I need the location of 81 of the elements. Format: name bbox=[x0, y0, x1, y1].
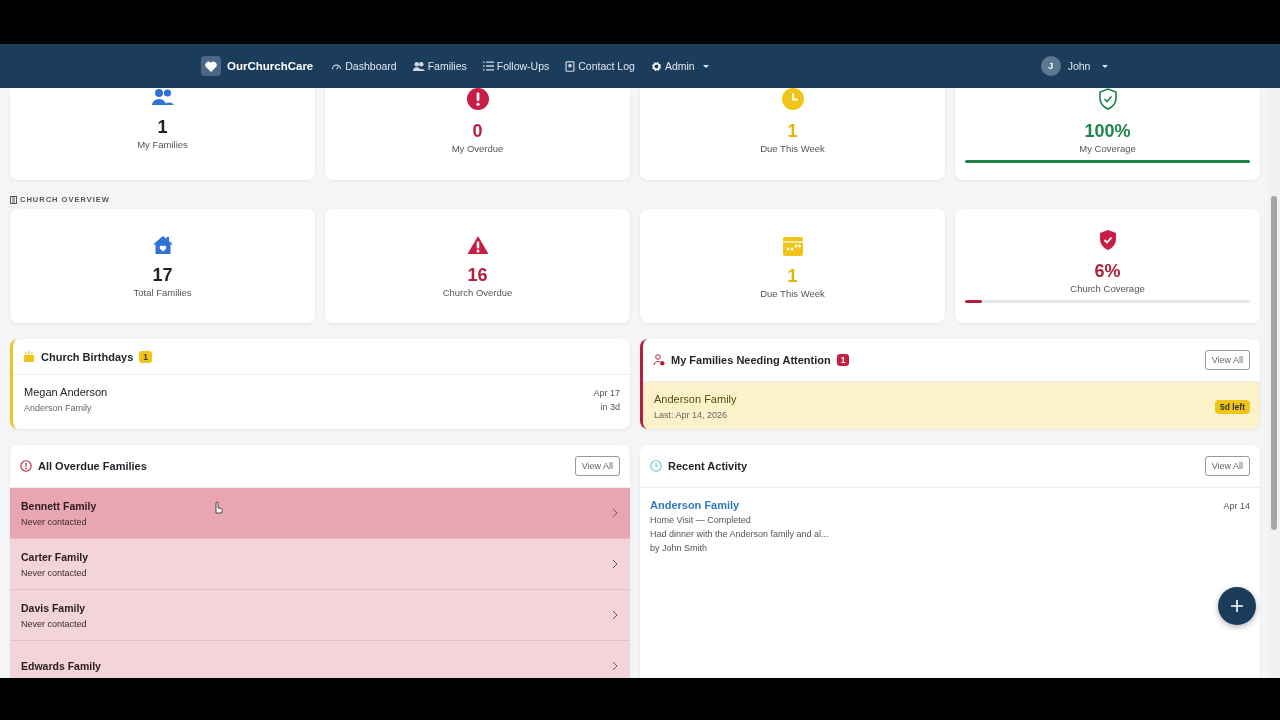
chevron-right-icon bbox=[612, 559, 618, 569]
stat-label: My Coverage bbox=[1079, 143, 1136, 154]
panel-title: My Families Needing Attention bbox=[671, 354, 831, 366]
overdue-family-row[interactable]: Edwards Family bbox=[10, 641, 630, 678]
stat-label: Due This Week bbox=[760, 287, 825, 299]
last-contact: Last: Apr 14, 2026 bbox=[654, 410, 729, 420]
cake-icon bbox=[23, 351, 35, 362]
contact-status: Never contacted bbox=[21, 618, 87, 629]
panel-title: Recent Activity bbox=[668, 460, 748, 472]
view-all-button[interactable]: View All bbox=[1204, 456, 1250, 476]
list-icon bbox=[482, 61, 494, 71]
people-icon bbox=[412, 60, 425, 72]
family-name: Bennett Family bbox=[21, 499, 97, 512]
stat-label: My Families bbox=[137, 139, 188, 150]
stat-label: Church Coverage bbox=[1070, 283, 1145, 294]
family-name: Anderson Family bbox=[24, 403, 93, 413]
birthday-item[interactable]: Megan Anderson Anderson Family Apr 17 in 3d bbox=[13, 375, 630, 426]
nav-link[interactable]: Contact Log bbox=[565, 60, 635, 72]
activity-date: Apr 14 bbox=[1223, 500, 1250, 513]
count-badge: 1 bbox=[139, 350, 153, 363]
shield-check-icon bbox=[1097, 229, 1118, 251]
family-name: Carter Family bbox=[21, 550, 89, 563]
stat-value: 1 bbox=[787, 121, 798, 141]
plus-icon bbox=[1230, 599, 1244, 613]
notebook-icon bbox=[565, 60, 576, 72]
days-until: in 3d bbox=[599, 401, 620, 414]
panel-title: All Overdue Families bbox=[38, 460, 147, 472]
person-alert-icon bbox=[653, 354, 665, 366]
panel-title: Church Birthdays bbox=[41, 350, 134, 363]
nav-link[interactable]: Families bbox=[412, 60, 467, 72]
chevron-right-icon bbox=[612, 610, 618, 620]
stat-value: 1 bbox=[787, 265, 798, 286]
nav-link[interactable]: Dashboard bbox=[331, 60, 397, 72]
person-name: Megan Anderson bbox=[24, 386, 108, 398]
stat-value: 0 bbox=[472, 121, 483, 141]
contact-status: Never contacted bbox=[21, 567, 88, 578]
family-name: Anderson Family bbox=[654, 393, 737, 405]
chevron-right-icon bbox=[612, 508, 618, 518]
stat-value: 1 bbox=[157, 117, 168, 137]
stat-label: My Overdue bbox=[451, 143, 504, 154]
attention-item[interactable]: Anderson Family Last: Apr 14, 2026 5d left bbox=[643, 382, 1260, 429]
stat-value: 6% bbox=[1094, 261, 1121, 281]
warning-icon bbox=[466, 234, 489, 255]
nav-link[interactable]: Follow-Ups bbox=[482, 60, 550, 72]
shield-check-icon bbox=[1097, 88, 1118, 110]
stat-label: Due This Week bbox=[760, 143, 825, 154]
contact-status: Never contacted bbox=[21, 516, 88, 527]
stat-value: 100% bbox=[1084, 121, 1131, 141]
house-icon bbox=[151, 234, 174, 255]
activity-note: Had dinner with the Anderson family and al... bbox=[650, 529, 829, 539]
activity-author: by John Smith bbox=[650, 543, 709, 553]
count-badge: 1 bbox=[836, 354, 850, 366]
user-menu[interactable]: John bbox=[1067, 60, 1091, 72]
building-icon bbox=[10, 195, 17, 204]
chevron-right-icon bbox=[612, 661, 618, 671]
overdue-family-row[interactable]: Davis Family Never contacted bbox=[10, 590, 630, 641]
caret-icon bbox=[702, 64, 709, 68]
stat-value: 17 bbox=[152, 264, 173, 285]
activity-type: Home Visit — Completed bbox=[650, 515, 752, 525]
hand-cursor-icon bbox=[213, 501, 223, 514]
clock-outline-icon bbox=[650, 460, 662, 472]
people-icon bbox=[151, 88, 174, 106]
family-link[interactable]: Anderson Family bbox=[650, 499, 829, 511]
family-name: Edwards Family bbox=[21, 660, 101, 672]
alert-outline-icon bbox=[20, 460, 32, 472]
stat-label: Church Overdue bbox=[442, 286, 513, 298]
view-all-button[interactable]: View All bbox=[1204, 350, 1250, 370]
days-left-badge: 5d left bbox=[1214, 399, 1250, 414]
family-name: Davis Family bbox=[21, 601, 87, 614]
stat-label: Total Families bbox=[133, 286, 192, 298]
stat-value: 16 bbox=[467, 264, 488, 285]
heart-logo-icon[interactable] bbox=[201, 56, 221, 76]
overdue-family-row[interactable]: Carter Family Never contacted bbox=[10, 539, 630, 590]
user-avatar[interactable]: J bbox=[1040, 56, 1061, 76]
birthday-date: Apr 17 bbox=[593, 387, 620, 400]
view-all-button[interactable]: View All bbox=[574, 456, 620, 476]
caret-icon bbox=[1102, 64, 1109, 68]
admin-menu[interactable]: Admin bbox=[650, 60, 709, 72]
gear-icon bbox=[650, 60, 662, 72]
overdue-family-row[interactable]: Bennett Family Never contacted bbox=[10, 488, 630, 539]
brand-name[interactable]: OurChurchCare bbox=[227, 60, 314, 72]
